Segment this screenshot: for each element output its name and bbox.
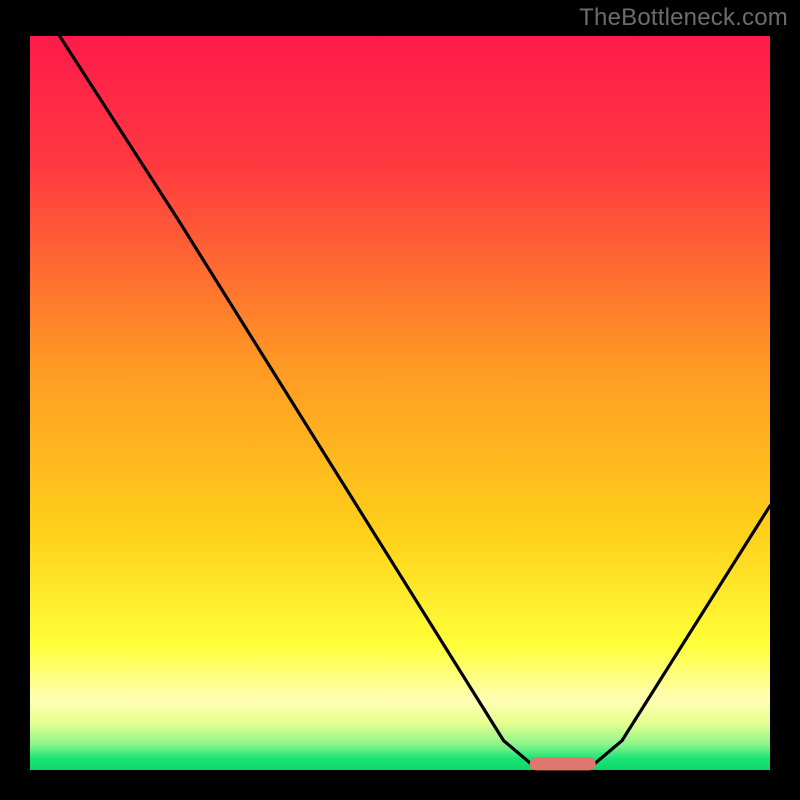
plot-area	[30, 36, 770, 770]
chart-container: TheBottleneck.com	[0, 0, 800, 800]
optimal-marker	[530, 758, 597, 771]
attribution-text: TheBottleneck.com	[579, 4, 788, 32]
bottleneck-curve	[30, 36, 770, 770]
